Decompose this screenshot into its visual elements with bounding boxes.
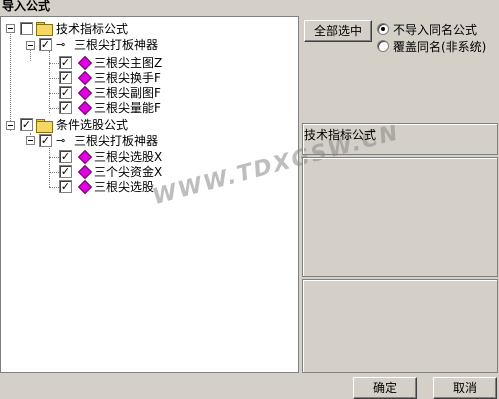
tree-line	[49, 51, 50, 113]
key-icon: ⊸	[56, 134, 66, 147]
tree-line	[49, 63, 59, 64]
leaf-checkbox[interactable]: ✓	[59, 165, 72, 178]
tree-line	[49, 145, 50, 187]
formula-gem-icon	[77, 100, 93, 116]
root1-checkbox[interactable]	[20, 22, 33, 35]
folder-icon	[36, 119, 53, 133]
no-import-duplicate-radio[interactable]	[377, 23, 389, 35]
formula-gem-icon	[77, 164, 93, 180]
overwrite-duplicate-radio[interactable]	[377, 40, 389, 52]
child1-label: 三根尖打板神器	[74, 38, 159, 52]
info-title-panel: 技术指标公式	[302, 123, 498, 155]
options-pane: 全部选中 不导入同名公式 覆盖同名(非系统) 技术指标公式	[301, 16, 499, 373]
formula-gem-icon	[77, 85, 93, 101]
folder-icon	[36, 22, 53, 36]
description-panel	[302, 279, 498, 373]
tree-line	[49, 78, 59, 79]
collapse-toggle[interactable]	[26, 41, 35, 50]
formula-gem-icon	[77, 55, 93, 71]
no-import-duplicate-label[interactable]: 不导入同名公式	[393, 21, 477, 38]
leaf-checkbox[interactable]: ✓	[59, 150, 72, 163]
tree-line	[49, 172, 59, 173]
formula-gem-icon	[77, 70, 93, 86]
leaf-label[interactable]: 三根尖量能F	[94, 99, 161, 116]
root2-checkbox[interactable]: ✓	[20, 118, 33, 131]
child1-checkbox[interactable]: ✓	[39, 38, 52, 51]
collapse-toggle[interactable]	[6, 121, 15, 130]
formula-tree[interactable]: 技术指标公式 ✓ ⊸ 三根尖打板神器 ✓ 三根尖主图Z ✓ 三根尖换手F ✓ 三…	[0, 16, 299, 373]
tree-line	[49, 187, 59, 188]
leaf-checkbox[interactable]: ✓	[59, 101, 72, 114]
tree-line	[49, 157, 59, 158]
child2-checkbox[interactable]: ✓	[39, 134, 52, 147]
tree-line	[49, 108, 59, 109]
key-icon: ⊸	[56, 38, 66, 51]
cancel-button[interactable]: 取消	[433, 377, 497, 399]
leaf-checkbox[interactable]: ✓	[59, 180, 72, 193]
child2-label: 三根尖打板神器	[74, 134, 159, 148]
leaf-checkbox[interactable]: ✓	[59, 56, 72, 69]
root2-label: 条件选股公式	[56, 118, 129, 132]
root1-label: 技术指标公式	[56, 22, 129, 36]
tree-line	[10, 31, 11, 131]
window-title: 导入公式	[0, 0, 499, 14]
info-title: 技术指标公式	[304, 128, 377, 142]
overwrite-duplicate-label[interactable]: 覆盖同名(非系统)	[393, 38, 486, 55]
leaf-checkbox[interactable]: ✓	[59, 71, 72, 84]
select-all-button[interactable]: 全部选中	[304, 20, 372, 42]
formula-gem-icon	[77, 179, 93, 195]
info-panel	[302, 157, 498, 277]
collapse-toggle[interactable]	[6, 24, 15, 33]
collapse-toggle[interactable]	[26, 136, 35, 145]
ok-button[interactable]: 确定	[353, 377, 417, 399]
leaf-label[interactable]: 三根尖选股	[94, 178, 154, 195]
tree-line	[49, 93, 59, 94]
formula-gem-icon	[77, 149, 93, 165]
leaf-checkbox[interactable]: ✓	[59, 86, 72, 99]
